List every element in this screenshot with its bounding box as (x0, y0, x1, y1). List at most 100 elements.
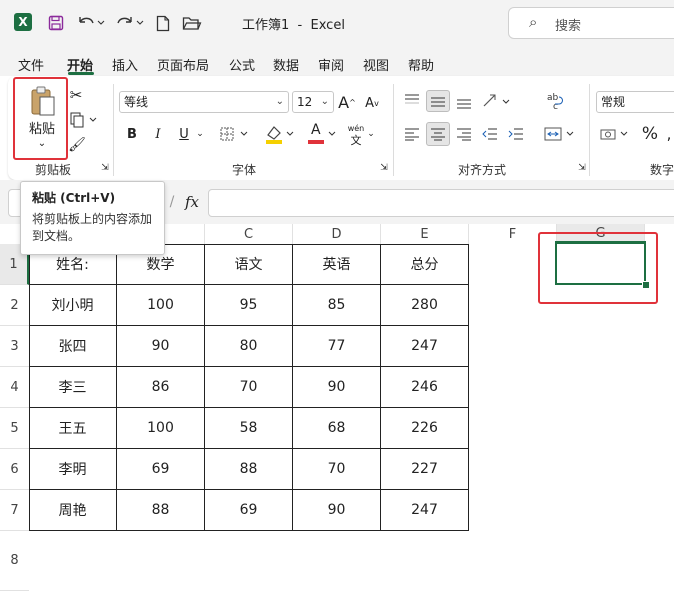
insert-function-button[interactable]: fx (180, 190, 204, 214)
percent-button[interactable]: % (640, 122, 660, 146)
undo-icon[interactable] (76, 12, 106, 34)
column-header-e[interactable]: E (381, 224, 469, 244)
table-cell[interactable]: 100 (117, 408, 205, 449)
tab-review[interactable]: 审阅 (318, 55, 344, 74)
table-cell[interactable]: 王五 (29, 408, 117, 449)
align-top-icon[interactable] (402, 90, 422, 110)
table-cell[interactable]: 77 (293, 326, 381, 367)
header-cell[interactable]: 总分 (381, 244, 469, 285)
font-launcher-icon[interactable]: ⇲ (378, 161, 390, 175)
borders-icon[interactable] (218, 124, 252, 144)
align-center-icon[interactable] (426, 122, 450, 146)
column-header-d[interactable]: D (293, 224, 381, 244)
alignment-launcher-icon[interactable]: ⇲ (576, 161, 588, 175)
table-cell[interactable]: 90 (117, 326, 205, 367)
decrease-indent-icon[interactable] (480, 124, 500, 144)
table-cell[interactable]: 58 (205, 408, 293, 449)
table-cell[interactable]: 68 (293, 408, 381, 449)
tab-file[interactable]: 文件 (18, 55, 44, 74)
table-cell[interactable]: 226 (381, 408, 469, 449)
font-color-button[interactable]: A (304, 122, 340, 146)
increase-indent-icon[interactable] (506, 124, 526, 144)
table-cell[interactable]: 227 (381, 449, 469, 490)
currency-format-icon[interactable] (598, 124, 632, 144)
align-bottom-icon[interactable] (454, 92, 474, 112)
table-cell[interactable]: 刘小明 (29, 285, 117, 326)
column-header-c[interactable]: C (205, 224, 293, 244)
table-cell[interactable]: 70 (293, 449, 381, 490)
cut-icon[interactable]: ✂ (68, 86, 84, 104)
format-painter-icon[interactable]: 🖌 (68, 136, 86, 154)
active-cell-g1[interactable] (555, 241, 646, 285)
formula-input[interactable] (208, 189, 674, 217)
fill-handle[interactable] (642, 281, 650, 289)
align-left-icon[interactable] (402, 124, 422, 144)
table-cell[interactable]: 280 (381, 285, 469, 326)
svg-text:c: c (553, 102, 558, 111)
save-icon[interactable] (46, 12, 66, 34)
separator (589, 84, 590, 176)
open-folder-icon[interactable] (180, 12, 204, 34)
table-cell[interactable]: 李三 (29, 367, 117, 408)
underline-button[interactable]: U (176, 124, 192, 144)
table-cell[interactable]: 周艳 (29, 490, 117, 531)
tab-formulas[interactable]: 公式 (229, 55, 255, 74)
underline-dropdown-chevron-icon[interactable]: ⌄ (194, 124, 206, 144)
table-cell[interactable]: 李明 (29, 449, 117, 490)
table-cell[interactable]: 95 (205, 285, 293, 326)
redo-icon[interactable] (114, 12, 146, 34)
tab-view[interactable]: 视图 (363, 55, 389, 74)
grow-font-button[interactable]: A ^ (338, 91, 356, 113)
align-right-icon[interactable] (454, 124, 474, 144)
header-cell[interactable]: 语文 (205, 244, 293, 285)
table-cell[interactable]: 69 (117, 449, 205, 490)
phonetic-dropdown-chevron-icon[interactable]: ⌄ (366, 124, 376, 144)
table-cell[interactable]: 246 (381, 367, 469, 408)
row-header-6[interactable]: 6 (0, 449, 29, 490)
row-header-2[interactable]: 2 (0, 285, 29, 326)
clipboard-launcher-icon[interactable]: ⇲ (99, 161, 111, 175)
table-cell[interactable]: 100 (117, 285, 205, 326)
tab-help[interactable]: 帮助 (408, 55, 434, 74)
wrap-text-icon[interactable]: ab c (544, 90, 564, 112)
shrink-font-button[interactable]: Av (363, 93, 381, 113)
font-color-letter: A (311, 122, 321, 138)
table-cell[interactable]: 247 (381, 326, 469, 367)
search-box[interactable]: ⌕ 搜索 (508, 7, 674, 39)
number-format-select[interactable]: 常规 (596, 91, 674, 113)
row-header-7[interactable]: 7 (0, 490, 29, 531)
row-header-5[interactable]: 5 (0, 408, 29, 449)
new-file-icon[interactable] (154, 12, 172, 34)
row-header-3[interactable]: 3 (0, 326, 29, 367)
table-cell[interactable]: 88 (117, 490, 205, 531)
tab-data[interactable]: 数据 (273, 55, 299, 74)
table-cell[interactable]: 70 (205, 367, 293, 408)
copy-icon[interactable] (68, 110, 102, 130)
tab-insert[interactable]: 插入 (112, 55, 138, 74)
row-header-8[interactable]: 8 (0, 531, 29, 591)
header-cell[interactable]: 英语 (293, 244, 381, 285)
font-size-value: 12 (297, 95, 313, 109)
table-cell[interactable]: 88 (205, 449, 293, 490)
font-size-select[interactable]: 12 ⌄ (292, 91, 334, 113)
orientation-icon[interactable] (480, 90, 514, 112)
table-cell[interactable]: 80 (205, 326, 293, 367)
italic-button[interactable]: I (150, 124, 166, 144)
table-cell[interactable]: 85 (293, 285, 381, 326)
bold-button[interactable]: B (124, 124, 140, 144)
merge-center-icon[interactable] (542, 124, 578, 144)
phonetic-guide-button[interactable]: wén 文 (346, 121, 366, 149)
comma-style-button[interactable]: , (664, 124, 674, 144)
table-cell[interactable]: 90 (293, 367, 381, 408)
tab-page-layout[interactable]: 页面布局 (157, 55, 209, 74)
align-middle-icon[interactable] (426, 90, 450, 112)
font-group-label: 字体 (232, 163, 257, 177)
table-cell[interactable]: 90 (293, 490, 381, 531)
font-name-select[interactable]: 等线 ⌄ (119, 91, 289, 113)
fill-color-icon[interactable] (262, 122, 298, 146)
table-cell[interactable]: 247 (381, 490, 469, 531)
row-header-4[interactable]: 4 (0, 367, 29, 408)
table-cell[interactable]: 86 (117, 367, 205, 408)
table-cell[interactable]: 69 (205, 490, 293, 531)
table-cell[interactable]: 张四 (29, 326, 117, 367)
